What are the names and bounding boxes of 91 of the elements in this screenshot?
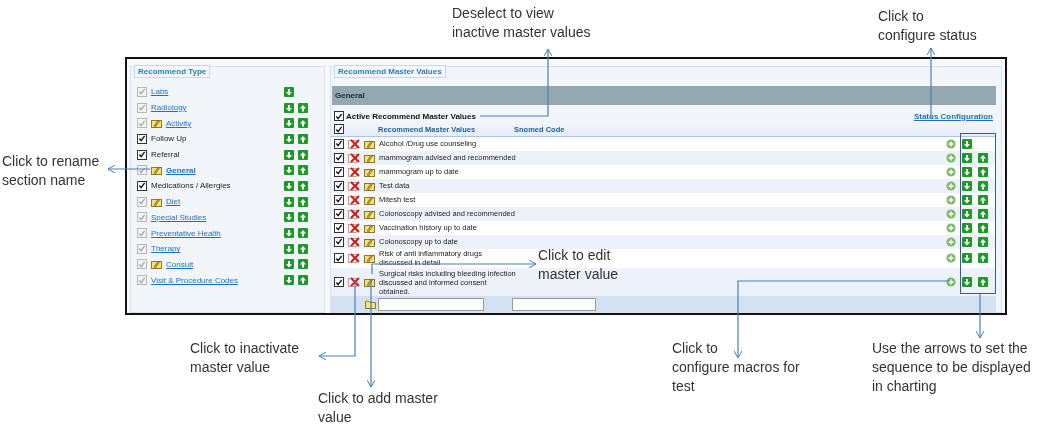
edit-icon[interactable] bbox=[364, 277, 375, 288]
down-arrow-button[interactable] bbox=[962, 180, 972, 191]
add-macro-button[interactable] bbox=[946, 277, 956, 288]
up-arrow-button[interactable] bbox=[978, 180, 988, 191]
type-label: Referral bbox=[151, 150, 180, 160]
edit-icon[interactable] bbox=[364, 253, 375, 264]
add-macro-button[interactable] bbox=[946, 152, 956, 163]
up-arrow-button[interactable] bbox=[298, 149, 308, 160]
down-arrow-button[interactable] bbox=[962, 253, 972, 264]
delete-icon[interactable] bbox=[348, 208, 360, 219]
up-arrow-button[interactable] bbox=[978, 208, 988, 219]
edit-icon[interactable] bbox=[364, 222, 375, 233]
down-arrow-button[interactable] bbox=[962, 194, 972, 205]
checkbox[interactable] bbox=[334, 194, 344, 205]
down-arrow-button[interactable] bbox=[284, 149, 294, 160]
edit-icon[interactable] bbox=[364, 166, 375, 177]
annotation-text: Use the arrows to set the sequence to be displayed in charting bbox=[872, 339, 1031, 396]
section-title-bar: General bbox=[332, 86, 996, 106]
add-macro-button[interactable] bbox=[946, 236, 956, 247]
up-arrow-button[interactable] bbox=[298, 180, 308, 191]
edit-icon[interactable] bbox=[364, 180, 375, 191]
edit-icon[interactable] bbox=[364, 236, 375, 247]
down-arrow-button[interactable] bbox=[962, 236, 972, 247]
down-arrow-button[interactable] bbox=[962, 222, 972, 233]
type-label: Medications / Allergies bbox=[151, 181, 231, 191]
up-arrow-button[interactable] bbox=[298, 133, 308, 144]
up-arrow-button[interactable] bbox=[978, 236, 988, 247]
up-arrow-button[interactable] bbox=[978, 152, 988, 163]
checkbox[interactable] bbox=[334, 166, 344, 177]
down-arrow-button[interactable] bbox=[962, 152, 972, 163]
add-macro-button[interactable] bbox=[946, 194, 956, 205]
down-arrow-button[interactable] bbox=[284, 180, 294, 191]
checkbox[interactable] bbox=[334, 236, 344, 247]
checkbox[interactable] bbox=[334, 180, 344, 191]
annotation-text: Click to rename section name bbox=[2, 152, 100, 190]
up-arrow-button[interactable] bbox=[978, 277, 988, 288]
add-macro-button[interactable] bbox=[946, 180, 956, 191]
delete-icon[interactable] bbox=[348, 277, 360, 288]
add-macro-button[interactable] bbox=[946, 253, 956, 264]
delete-icon[interactable] bbox=[348, 152, 360, 163]
add-folder-icon[interactable] bbox=[365, 299, 376, 310]
down-arrow-button[interactable] bbox=[962, 138, 972, 149]
panel-legend: Recommend Master Values bbox=[334, 65, 446, 78]
down-arrow-button[interactable] bbox=[284, 133, 294, 144]
delete-icon[interactable] bbox=[348, 236, 360, 247]
delete-icon[interactable] bbox=[348, 138, 360, 149]
up-arrow-button[interactable] bbox=[978, 253, 988, 264]
delete-icon[interactable] bbox=[348, 222, 360, 233]
edit-icon[interactable] bbox=[364, 152, 375, 163]
checkbox[interactable] bbox=[334, 124, 344, 135]
value-input-field[interactable] bbox=[378, 297, 484, 311]
delete-icon[interactable] bbox=[348, 253, 360, 264]
panel-legend: Recommend Type bbox=[134, 65, 211, 78]
checkbox[interactable] bbox=[334, 138, 344, 149]
checkbox[interactable] bbox=[334, 277, 344, 288]
annotation-text: Click to inactivate master value bbox=[190, 339, 299, 377]
checkbox[interactable] bbox=[334, 208, 344, 219]
down-arrow-button[interactable] bbox=[962, 277, 972, 288]
delete-icon[interactable] bbox=[348, 194, 360, 205]
down-arrow-button[interactable] bbox=[962, 166, 972, 177]
up-arrow-button[interactable] bbox=[978, 166, 988, 177]
add-macro-button[interactable] bbox=[946, 166, 956, 177]
checkbox[interactable] bbox=[137, 133, 147, 144]
annotation-text: Deselect to view inactive master values bbox=[452, 4, 591, 42]
checkbox[interactable] bbox=[137, 180, 147, 191]
up-arrow-button[interactable] bbox=[978, 194, 988, 205]
type-label: Follow Up bbox=[151, 134, 187, 144]
annotation-text: Click to add master value bbox=[318, 389, 438, 427]
checkbox[interactable] bbox=[334, 222, 344, 233]
checkbox[interactable] bbox=[137, 149, 147, 160]
code-input-field[interactable] bbox=[512, 297, 596, 311]
edit-icon[interactable] bbox=[364, 138, 375, 149]
up-arrow-button[interactable] bbox=[978, 222, 988, 233]
checkbox[interactable] bbox=[334, 253, 344, 264]
add-macro-button[interactable] bbox=[946, 208, 956, 219]
delete-icon[interactable] bbox=[348, 166, 360, 177]
add-macro-button[interactable] bbox=[946, 138, 956, 149]
leader-line bbox=[975, 293, 985, 339]
delete-icon[interactable] bbox=[348, 180, 360, 191]
leader-line bbox=[107, 164, 151, 174]
annotation-text: Click to configure macros for test bbox=[672, 339, 800, 396]
checkbox-label: Active Recommend Master Values bbox=[346, 111, 476, 121]
checkbox[interactable] bbox=[334, 111, 344, 122]
annotation-text: Click to configure status bbox=[878, 7, 977, 45]
edit-icon[interactable] bbox=[364, 208, 375, 219]
checkbox[interactable] bbox=[334, 152, 344, 163]
status-configuration-link[interactable]: Status Configuration bbox=[913, 111, 993, 121]
edit-icon[interactable] bbox=[364, 194, 375, 205]
add-macro-button[interactable] bbox=[946, 222, 956, 233]
annotation-text: Click to edit master value bbox=[538, 246, 619, 284]
down-arrow-button[interactable] bbox=[962, 208, 972, 219]
